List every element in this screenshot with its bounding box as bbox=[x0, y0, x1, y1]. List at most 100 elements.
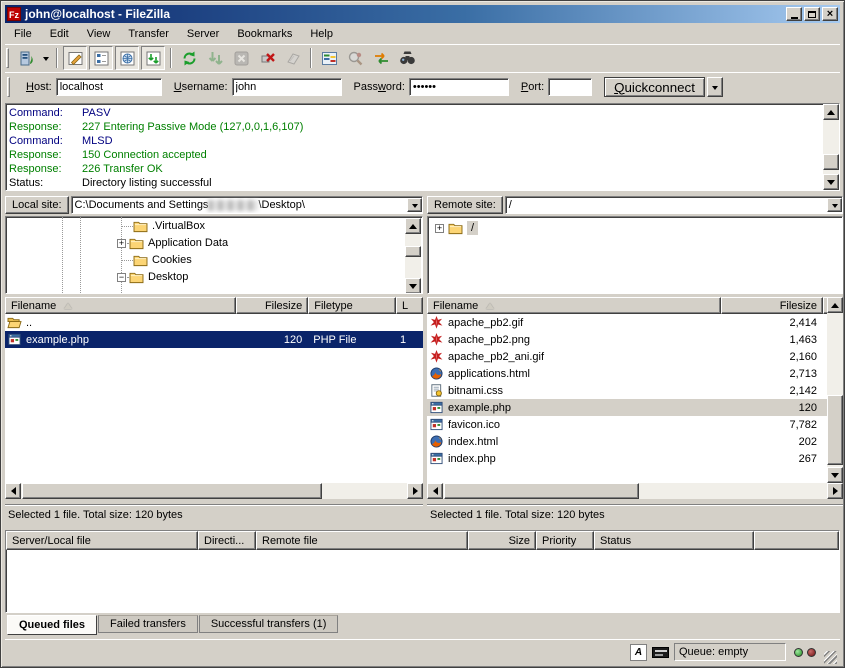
file-name: index.html bbox=[448, 436, 498, 448]
tab-successful-transfers[interactable]: Successful transfers (1) bbox=[199, 615, 339, 633]
resize-grip[interactable] bbox=[824, 651, 837, 664]
toolbar-grip[interactable] bbox=[6, 48, 9, 68]
cancel-operation-button[interactable] bbox=[229, 46, 253, 70]
local-site-combo[interactable]: C:\Documents and Settings\Desktop\ bbox=[71, 196, 423, 214]
disconnect-button[interactable] bbox=[255, 46, 279, 70]
password-input[interactable] bbox=[409, 78, 509, 96]
minimize-icon bbox=[791, 17, 798, 19]
expander-plus-icon[interactable]: + bbox=[117, 239, 126, 248]
file-name: apache_pb2.gif bbox=[448, 317, 523, 329]
column-header-remote-file[interactable]: Remote file bbox=[256, 531, 468, 550]
local-site-dropdown-button[interactable] bbox=[407, 198, 422, 212]
menu-file[interactable]: File bbox=[5, 26, 41, 42]
maximize-button[interactable] bbox=[804, 7, 820, 21]
transfer-queue-icon bbox=[145, 50, 162, 67]
toggle-remote-tree-button[interactable] bbox=[115, 46, 139, 70]
username-input[interactable] bbox=[232, 78, 342, 96]
remote-file-row[interactable]: bitnami.css 2,142 bbox=[427, 382, 827, 399]
process-queue-button[interactable] bbox=[203, 46, 227, 70]
directory-comparison-button[interactable] bbox=[317, 46, 341, 70]
quickconnect-grip[interactable] bbox=[7, 77, 10, 97]
refresh-button[interactable] bbox=[177, 46, 201, 70]
tab-failed-transfers[interactable]: Failed transfers bbox=[98, 615, 198, 633]
menu-view[interactable]: View bbox=[78, 26, 120, 42]
column-header-filetype[interactable]: Filetype bbox=[308, 297, 396, 314]
remote-file-list: apache_pb2.gif 2,414 apache_pb2.png 1,46… bbox=[427, 314, 827, 483]
column-header-server-local-file[interactable]: Server/Local file bbox=[6, 531, 198, 550]
site-manager-dropdown-button[interactable] bbox=[39, 47, 52, 69]
remote-site-dropdown-button[interactable] bbox=[827, 198, 842, 212]
column-header-filesize[interactable]: Filesize bbox=[236, 297, 308, 314]
toggle-local-tree-button[interactable] bbox=[89, 46, 113, 70]
menu-help[interactable]: Help bbox=[301, 26, 342, 42]
tree-item-application-data[interactable]: + Application Data bbox=[117, 235, 228, 251]
remote-horizontal-scrollbar[interactable] bbox=[427, 483, 843, 499]
local-file-row-selected[interactable]: example.php 120 PHP File 1 bbox=[5, 331, 423, 348]
expander-plus-icon[interactable]: + bbox=[435, 224, 444, 233]
remote-file-row[interactable]: apache_pb2.png 1,463 bbox=[427, 331, 827, 348]
menu-server[interactable]: Server bbox=[178, 26, 228, 42]
local-file-row-parent[interactable]: .. bbox=[5, 314, 423, 331]
remote-file-row-selected[interactable]: example.php 120 bbox=[427, 399, 827, 416]
close-button[interactable]: × bbox=[822, 7, 838, 21]
port-label: Port: bbox=[521, 81, 544, 93]
column-header-filesize[interactable]: Filesize bbox=[721, 297, 823, 314]
local-tree-vertical-scrollbar[interactable] bbox=[405, 218, 421, 294]
expander-minus-icon[interactable]: − bbox=[117, 273, 126, 282]
column-header-last-modified[interactable]: L bbox=[396, 297, 423, 314]
log-scroll-thumb[interactable] bbox=[823, 154, 839, 170]
remote-hscroll-thumb[interactable] bbox=[444, 483, 639, 499]
synchronized-browsing-button[interactable] bbox=[369, 46, 393, 70]
title-bar[interactable]: Fz john@localhost - FileZilla × bbox=[5, 5, 840, 23]
scroll-up-icon bbox=[827, 106, 835, 115]
local-hscroll-thumb[interactable] bbox=[22, 483, 322, 499]
column-header-filename[interactable]: Filename bbox=[427, 297, 721, 314]
file-name: .. bbox=[26, 317, 32, 329]
redacted-username bbox=[208, 200, 258, 211]
column-header-filename[interactable]: Filename bbox=[5, 297, 236, 314]
remote-file-row[interactable]: apache_pb2.gif 2,414 bbox=[427, 314, 827, 331]
tree-item-desktop[interactable]: − Desktop bbox=[117, 269, 188, 285]
menu-bookmarks[interactable]: Bookmarks bbox=[228, 26, 301, 42]
tree-item-virtualbox[interactable]: .VirtualBox bbox=[133, 218, 205, 234]
remote-vertical-scrollbar[interactable] bbox=[827, 297, 843, 483]
remote-scroll-thumb[interactable] bbox=[827, 395, 843, 465]
remote-file-row[interactable]: index.html 202 bbox=[427, 433, 827, 450]
toggle-message-log-button[interactable] bbox=[63, 46, 87, 70]
find-files-button[interactable] bbox=[395, 46, 419, 70]
synchronized-browsing-icon bbox=[373, 50, 390, 67]
column-header-size[interactable]: Size bbox=[468, 531, 536, 550]
minimize-button[interactable] bbox=[786, 7, 802, 21]
quickconnect-dropdown-button[interactable] bbox=[707, 77, 723, 97]
remote-file-row[interactable]: applications.html 2,713 bbox=[427, 365, 827, 382]
log-vertical-scrollbar[interactable] bbox=[823, 104, 839, 190]
site-manager-button[interactable] bbox=[14, 46, 38, 70]
quickconnect-button[interactable]: Quickconnect bbox=[604, 77, 705, 97]
column-header-direction[interactable]: Directi... bbox=[198, 531, 256, 550]
cancel-icon bbox=[233, 50, 250, 67]
local-horizontal-scrollbar[interactable] bbox=[5, 483, 423, 499]
remote-site-combo[interactable]: / bbox=[505, 196, 843, 214]
tree-item-root[interactable]: + / bbox=[435, 220, 478, 236]
remote-file-row[interactable]: index.php 267 bbox=[427, 450, 827, 467]
tree-scroll-thumb[interactable] bbox=[405, 246, 421, 257]
file-size: 7,782 bbox=[721, 419, 823, 431]
file-name: favicon.ico bbox=[448, 419, 500, 431]
file-size: 2,414 bbox=[721, 317, 823, 329]
apache-feather-icon bbox=[429, 316, 444, 329]
host-input[interactable] bbox=[56, 78, 162, 96]
column-header-priority[interactable]: Priority bbox=[536, 531, 594, 550]
menu-edit[interactable]: Edit bbox=[41, 26, 78, 42]
tree-item-cookies[interactable]: Cookies bbox=[133, 252, 192, 268]
column-header-status[interactable]: Status bbox=[594, 531, 754, 550]
remote-pane: Remote site: / + / Filename Filesize apa… bbox=[427, 193, 843, 525]
tab-queued-files[interactable]: Queued files bbox=[7, 615, 97, 635]
toggle-transfer-queue-button[interactable] bbox=[141, 46, 165, 70]
remote-file-row[interactable]: apache_pb2_ani.gif 2,160 bbox=[427, 348, 827, 365]
menu-transfer[interactable]: Transfer bbox=[119, 26, 178, 42]
filename-filters-button[interactable] bbox=[343, 46, 367, 70]
reconnect-button[interactable] bbox=[281, 46, 305, 70]
port-input[interactable] bbox=[548, 78, 592, 96]
remote-status-row: Selected 1 file. Total size: 120 bytes bbox=[427, 504, 843, 525]
remote-file-row[interactable]: favicon.ico 7,782 bbox=[427, 416, 827, 433]
